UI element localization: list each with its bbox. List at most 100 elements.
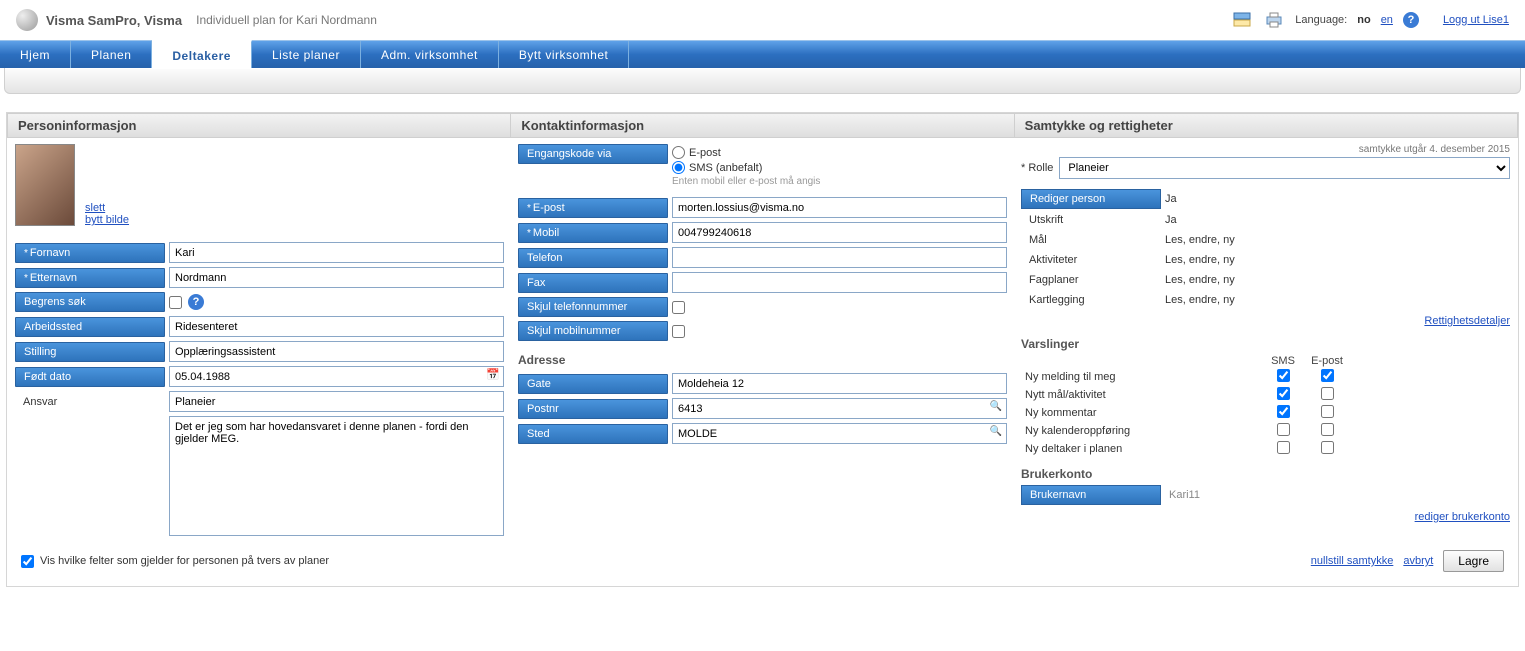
fornavn-label: Fornavn [15,243,165,263]
tab-bytt-virksomhet[interactable]: Bytt virksomhet [499,41,630,68]
begrens-help-icon[interactable]: ? [188,294,204,310]
perm-fagplaner-label[interactable]: Fagplaner [1021,271,1161,289]
lang-no: no [1357,14,1370,26]
toolbar-strip [4,68,1521,94]
perm-utskrift-label[interactable]: Utskrift [1021,211,1161,229]
notif-ny-kommentar-epost[interactable] [1321,405,1334,418]
arbeidssted-label: Arbeidssted [15,317,165,337]
skjul-telefon-label: Skjul telefonnummer [518,297,668,317]
postnr-input[interactable] [672,398,1007,419]
vis-felter-label: Vis hvilke felter som gjelder for person… [40,555,329,567]
perm-kartlegging-val: Les, endre, ny [1161,291,1239,309]
samtykke-expiry: samtykke utgår 4. desember 2015 [1021,144,1510,155]
notif-ny-kommentar-sms[interactable] [1277,405,1290,418]
begrens-sok-label: Begrens søk [15,292,165,312]
tab-planen[interactable]: Planen [71,41,152,68]
ansvar-textarea[interactable] [169,416,504,536]
ansvar-input[interactable] [169,391,504,412]
vis-felter-checkbox[interactable] [21,555,34,568]
tab-liste-planer[interactable]: Liste planer [252,41,361,68]
brukernavn-label: Brukernavn [1021,485,1161,505]
otp-epost-label: E-post [689,147,721,159]
notif-nytt-maal-sms[interactable] [1277,387,1290,400]
notif-ny-deltaker-sms[interactable] [1277,441,1290,454]
rediger-brukerkonto-link[interactable]: rediger brukerkonto [1415,511,1510,523]
col-samtykke: samtykke utgår 4. desember 2015 * Rolle … [1021,144,1510,540]
notif-ny-kommentar: Ny kommentar [1021,405,1261,421]
notif-ny-melding-epost[interactable] [1321,369,1334,382]
perm-rediger-val: Ja [1161,190,1181,208]
perm-rediger-label[interactable]: Rediger person [1021,189,1161,209]
begrens-sok-checkbox[interactable] [169,296,182,309]
gate-input[interactable] [672,373,1007,394]
avbryt-link[interactable]: avbryt [1403,555,1433,567]
help-icon[interactable]: ? [1403,12,1419,28]
ansvar-label: Ansvar [15,393,165,411]
otp-hint: Enten mobil eller e-post må angis [672,176,820,187]
notif-nytt-maal-epost[interactable] [1321,387,1334,400]
skjul-mobil-checkbox[interactable] [672,325,685,338]
perm-maal-label[interactable]: Mål [1021,231,1161,249]
main-tabs: Hjem Planen Deltakere Liste planer Adm. … [0,40,1525,68]
notif-ny-kalender-sms[interactable] [1277,423,1290,436]
arbeidssted-input[interactable] [169,316,504,337]
varslinger-heading: Varslinger [1021,337,1510,351]
brukernavn-value: Kari11 [1161,486,1208,504]
epost-label: E-post [518,198,668,218]
otp-sms-radio[interactable] [672,161,685,174]
sted-input[interactable] [672,423,1007,444]
otp-epost-radio[interactable] [672,146,685,159]
slett-image-link[interactable]: slett [85,202,129,214]
mobil-input[interactable] [672,222,1007,243]
fax-input[interactable] [672,272,1007,293]
print-icon[interactable] [1263,9,1285,31]
adresse-heading: Adresse [518,353,1007,367]
app-title: Visma SamPro, Visma [46,13,182,28]
telefon-input[interactable] [672,247,1007,268]
etternavn-input[interactable] [169,267,504,288]
language-label: Language: [1295,14,1347,26]
avatar [15,144,75,226]
section-samtykke-header: Samtykke og rettigheter [1015,113,1518,138]
perm-aktiviteter-val: Les, endre, ny [1161,251,1239,269]
stilling-label: Stilling [15,342,165,362]
epost-input[interactable] [672,197,1007,218]
lang-en-link[interactable]: en [1381,14,1393,26]
logo-icon [16,9,38,31]
notif-ny-melding: Ny melding til meg [1021,369,1261,385]
fax-label: Fax [518,273,668,293]
fodt-dato-input[interactable] [169,366,504,387]
logout-link[interactable]: Logg ut Lise1 [1443,14,1509,26]
rettighetsdetaljer-link[interactable]: Rettighetsdetaljer [1424,315,1510,327]
section-kontakt-header: Kontaktinformasjon [511,113,1014,138]
notif-ny-kalender-epost[interactable] [1321,423,1334,436]
skjul-telefon-checkbox[interactable] [672,301,685,314]
rolle-select[interactable]: Planeier [1059,157,1510,179]
notif-ny-deltaker-epost[interactable] [1321,441,1334,454]
fodt-dato-label: Født dato [15,367,165,387]
tab-deltakere[interactable]: Deltakere [152,40,252,68]
nullstill-samtykke-link[interactable]: nullstill samtykke [1311,555,1394,567]
bytt-bilde-link[interactable]: bytt bilde [85,214,129,226]
lagre-button[interactable]: Lagre [1443,550,1504,572]
tab-hjem[interactable]: Hjem [0,41,71,68]
telefon-label: Telefon [518,248,668,268]
perm-utskrift-val: Ja [1161,211,1181,229]
archive-icon[interactable] [1231,9,1253,31]
notif-nytt-maal: Nytt mål/aktivitet [1021,387,1261,403]
mobil-label: Mobil [518,223,668,243]
section-person-header: Personinformasjon [7,113,511,138]
tab-adm-virksomhet[interactable]: Adm. virksomhet [361,41,499,68]
sted-label: Sted [518,424,668,444]
perm-aktiviteter-label[interactable]: Aktiviteter [1021,251,1161,269]
perm-kartlegging-label[interactable]: Kartlegging [1021,291,1161,309]
stilling-input[interactable] [169,341,504,362]
notif-col-sms: SMS [1261,355,1305,367]
notif-ny-melding-sms[interactable] [1277,369,1290,382]
rolle-label: * Rolle [1021,162,1053,174]
page-subtitle: Individuell plan for Kari Nordmann [196,13,377,27]
notif-col-epost: E-post [1305,355,1349,367]
fornavn-input[interactable] [169,242,504,263]
col-kontaktinformasjon: Engangskode via E-post SMS (anbefalt) En… [518,144,1007,540]
col-personinformasjon: slett bytt bilde Fornavn Etternavn Begre… [15,144,504,540]
